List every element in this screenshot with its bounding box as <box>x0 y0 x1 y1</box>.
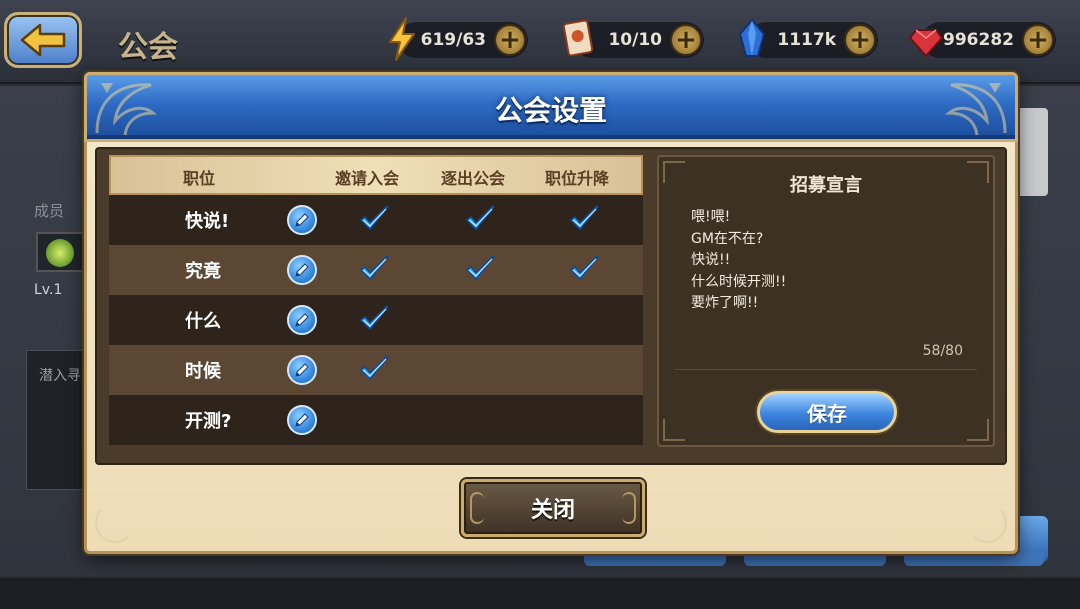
role-name: 快说! <box>185 211 230 232</box>
corner-ornament <box>967 419 989 441</box>
button-ornament <box>470 492 484 524</box>
character-count: 58/80 <box>922 343 963 359</box>
background-button-3 <box>904 552 1044 566</box>
recruit-message-input[interactable]: 喂!喂! GM在不在? 快说!! 什么时候开测!! 要炸了啊!! <box>691 207 786 315</box>
ticket-value: 10/10 <box>608 30 662 50</box>
checkmark-kick-icon[interactable] <box>463 202 497 236</box>
checkmark-invite-icon[interactable] <box>357 302 391 336</box>
background-button-2 <box>744 552 886 566</box>
role-name: 开测? <box>185 411 232 432</box>
energy-value: 619/63 <box>420 30 486 50</box>
recruit-line: GM在不在? <box>691 230 764 247</box>
add-crystal-button[interactable]: + <box>844 24 876 56</box>
edit-role-button[interactable] <box>287 305 317 335</box>
back-button[interactable] <box>4 12 82 68</box>
ticket-icon <box>562 19 594 57</box>
lightning-icon <box>389 17 415 61</box>
checkmark-kick-icon[interactable] <box>463 252 497 286</box>
checkmark-invite-icon[interactable] <box>357 202 391 236</box>
gem-resource: 996282 + <box>908 22 1056 58</box>
table-row: 快说! <box>109 195 643 245</box>
header-invite: 邀请入会 <box>335 169 400 188</box>
edit-role-button[interactable] <box>287 405 317 435</box>
content-frame: 职位 邀请入会 逐出公会 职位升降 快说! 究竟什么时候开测? 招募宣言 喂!喂!… <box>95 147 1007 465</box>
emblem-icon <box>46 239 74 267</box>
edit-role-button[interactable] <box>287 255 317 285</box>
guild-level: Lv.1 <box>34 282 63 298</box>
header-promote: 职位升降 <box>545 169 610 188</box>
guild-emblem[interactable] <box>36 232 84 272</box>
gem-value: 996282 <box>943 30 1014 50</box>
ruby-icon <box>908 29 944 58</box>
header-role: 职位 <box>183 169 216 188</box>
background-box-label: 潜入寻 <box>39 368 81 384</box>
pencil-icon <box>295 413 309 427</box>
checkmark-invite-icon[interactable] <box>357 252 391 286</box>
role-name: 什么 <box>185 311 221 332</box>
table-header: 职位 邀请入会 逐出公会 职位升降 <box>109 155 643 195</box>
role-name: 究竟 <box>185 261 221 282</box>
crystal-resource: 1117k + <box>738 18 878 58</box>
edit-role-button[interactable] <box>287 355 317 385</box>
table-row: 开测? <box>109 395 643 445</box>
background-side-tab <box>1016 108 1048 196</box>
permissions-table: 职位 邀请入会 逐出公会 职位升降 快说! 究竟什么时候开测? <box>109 155 643 447</box>
pencil-icon <box>295 213 309 227</box>
checkmark-promote-icon[interactable] <box>567 252 601 286</box>
recruit-panel: 招募宣言 喂!喂! GM在不在? 快说!! 什么时候开测!! 要炸了啊!! 58… <box>657 155 995 447</box>
header-kick: 逐出公会 <box>441 169 506 188</box>
close-button-label: 关闭 <box>530 498 575 523</box>
edit-role-button[interactable] <box>287 205 317 235</box>
recruit-line: 要炸了啊!! <box>691 295 759 311</box>
pencil-icon <box>295 263 309 277</box>
crystal-value: 1117k <box>777 30 836 50</box>
checkmark-promote-icon[interactable] <box>567 202 601 236</box>
pencil-icon <box>295 313 309 327</box>
corner-ornament <box>663 419 685 441</box>
divider <box>675 369 977 370</box>
add-gem-button[interactable]: + <box>1022 24 1054 56</box>
corner-ornament <box>95 503 135 543</box>
checkmark-invite-icon[interactable] <box>357 352 391 386</box>
ticket-resource: 10/10 + <box>562 19 704 58</box>
table-row: 究竟 <box>109 245 643 295</box>
role-name: 时候 <box>185 361 221 382</box>
recruit-line: 快说!! <box>691 252 731 268</box>
members-label: 成员 <box>34 202 65 220</box>
guild-settings-dialog: 公会设置 职位 邀请入会 逐出公会 职位升降 快说! 究竟什么时候开测? 招募宣言… <box>84 72 1018 554</box>
energy-resource: 619/63 + <box>389 17 528 61</box>
table-row: 什么 <box>109 295 643 345</box>
corner-ornament <box>967 503 1007 543</box>
recruit-title: 招募宣言 <box>790 175 862 196</box>
recruit-line: 什么时候开测!! <box>691 273 787 290</box>
close-button[interactable]: 关闭 <box>461 479 645 537</box>
recruit-line: 喂!喂! <box>691 209 731 225</box>
table-row: 时候 <box>109 345 643 395</box>
dialog-title: 公会设置 <box>494 94 607 127</box>
bottom-strip <box>0 578 1080 609</box>
add-ticket-button[interactable]: + <box>670 24 702 56</box>
background-button-1 <box>584 552 726 566</box>
pencil-icon <box>295 363 309 377</box>
dialog-header: 公会设置 <box>84 72 1018 142</box>
arrow-left-icon <box>20 23 66 57</box>
page-title: 公会 <box>118 30 178 65</box>
save-button[interactable]: 保存 <box>757 391 897 433</box>
crystal-icon <box>738 18 766 57</box>
button-ornament <box>622 492 636 524</box>
add-energy-button[interactable]: + <box>494 24 526 56</box>
